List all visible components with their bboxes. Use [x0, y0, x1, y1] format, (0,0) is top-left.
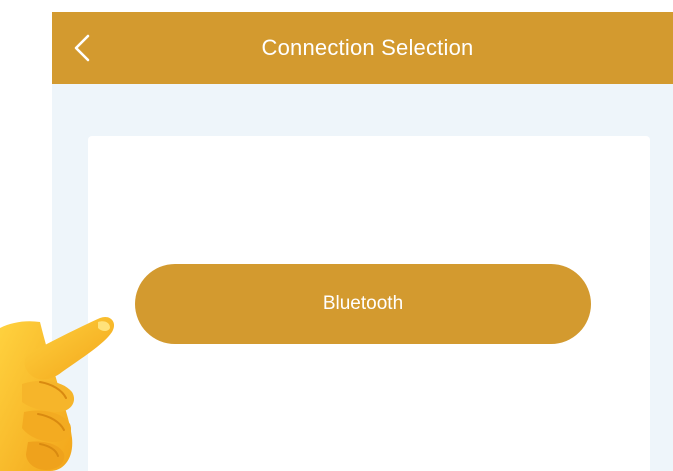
page-title: Connection Selection	[261, 35, 474, 60]
bluetooth-button[interactable]: Bluetooth	[135, 264, 591, 344]
connection-options-card: Bluetooth	[88, 136, 650, 471]
app-header: Connection Selection	[52, 12, 673, 84]
bluetooth-button-label: Bluetooth	[322, 293, 404, 314]
back-button[interactable]	[60, 26, 104, 70]
pointing-hand-icon	[0, 316, 115, 471]
chevron-left-icon	[74, 34, 90, 62]
app-stage: Connection Selection Bluetooth	[0, 0, 673, 471]
connection-selection-screen: Connection Selection Bluetooth	[52, 12, 673, 471]
